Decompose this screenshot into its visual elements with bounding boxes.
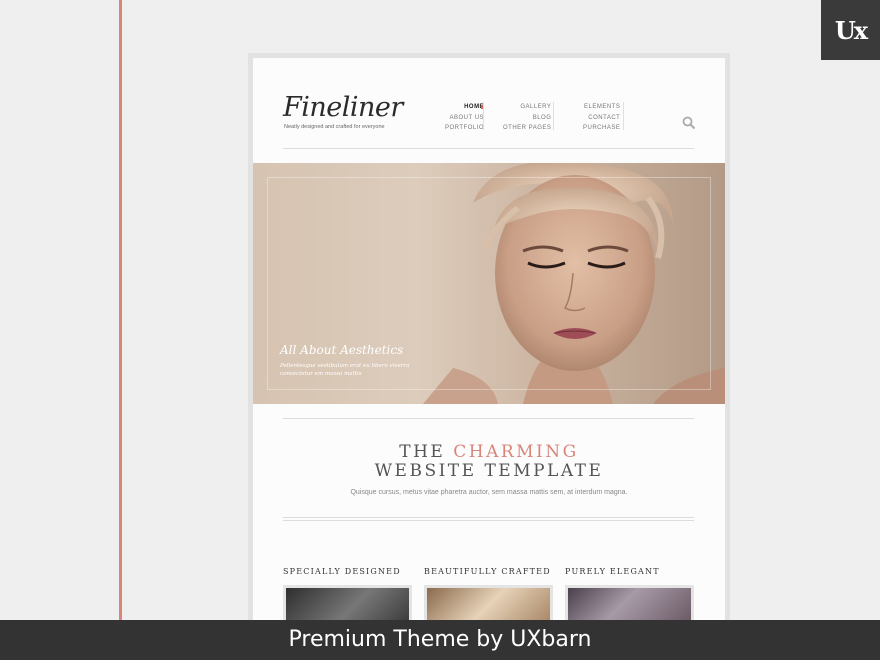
nav-item-purchase[interactable]: PURCHASE — [583, 123, 620, 134]
hero-caption-text: Pellentesque vestibulum erat eu libero v… — [280, 363, 410, 377]
hero-inner-frame — [267, 177, 711, 390]
nav-item-blog[interactable]: BLOG — [503, 113, 551, 124]
headline-line-2: WEBSITE TEMPLATE — [374, 461, 604, 481]
nav-column-1: HOME ABOUT US PORTFOLIO — [445, 102, 484, 134]
nav-separator — [553, 102, 554, 130]
search-icon[interactable] — [682, 116, 696, 130]
uxbarn-logo-badge[interactable]: Ux — [821, 0, 880, 60]
headline-subtext: Quisque cursus, metus vitae pharetra auc… — [350, 489, 628, 496]
nav-separator — [623, 102, 624, 130]
nav-item-contact[interactable]: CONTACT — [583, 113, 620, 124]
promo-footer-bar: Premium Theme by UXbarn — [0, 620, 880, 660]
section-divider-double-top — [283, 517, 694, 518]
theme-preview-page: Fineliner Neatly designed and crafted fo… — [253, 58, 725, 660]
nav-item-portfolio[interactable]: PORTFOLIO — [445, 123, 484, 134]
nav-item-about-us[interactable]: ABOUT US — [445, 113, 484, 124]
feature-title-purely-elegant: PURELY ELEGANT — [565, 567, 660, 576]
site-tagline: Neatly designed and crafted for everyone — [284, 124, 385, 130]
site-logo[interactable]: Fineliner — [283, 92, 403, 123]
nav-separator — [483, 102, 484, 130]
nav-item-home[interactable]: HOME — [445, 102, 484, 113]
headline-prefix: THE — [399, 442, 454, 462]
nav-item-elements[interactable]: ELEMENTS — [583, 102, 620, 113]
hero-caption-title: All About Aesthetics — [280, 343, 404, 357]
nav-item-gallery[interactable]: GALLERY — [503, 102, 551, 113]
hero-slider[interactable]: All About Aesthetics Pellentesque vestib… — [253, 163, 725, 404]
nav-column-2: GALLERY BLOG OTHER PAGES — [503, 102, 551, 134]
feature-title-specially-designed: SPECIALLY DESIGNED — [283, 567, 401, 576]
headline-accent-word: CHARMING — [453, 442, 579, 462]
section-divider — [283, 418, 694, 419]
headline-line-1: THE CHARMING — [253, 442, 725, 462]
feature-title-beautifully-crafted: BEAUTIFULLY CRAFTED — [424, 567, 551, 576]
feature-thumbnail-3[interactable] — [565, 585, 694, 625]
section-divider-double-bottom — [283, 520, 694, 521]
header-divider — [283, 148, 694, 149]
feature-thumbnail-1[interactable] — [283, 585, 412, 625]
feature-thumbnail-2[interactable] — [424, 585, 553, 625]
nav-item-other-pages[interactable]: OTHER PAGES — [503, 123, 551, 134]
nav-column-3: ELEMENTS CONTACT PURCHASE — [583, 102, 620, 134]
accent-divider-line — [119, 0, 122, 660]
